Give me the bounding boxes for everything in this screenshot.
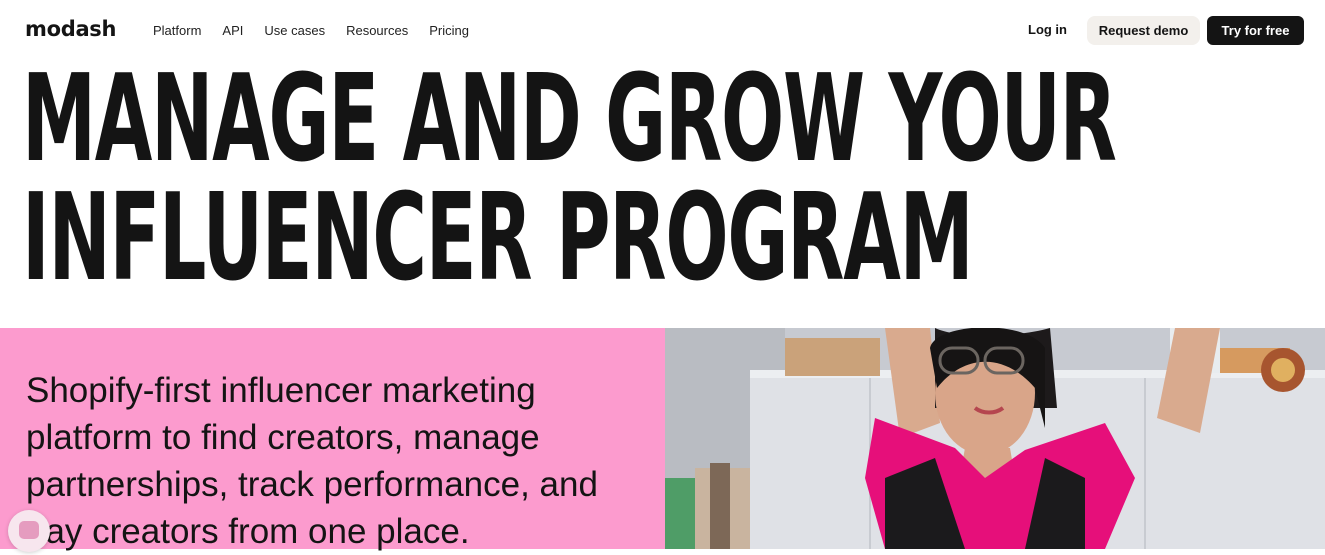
menu-pricing[interactable]: Pricing bbox=[429, 23, 469, 38]
menu-resources[interactable]: Resources bbox=[346, 23, 408, 38]
request-demo-button[interactable]: Request demo bbox=[1087, 16, 1200, 45]
menu-use-cases[interactable]: Use cases bbox=[264, 23, 325, 38]
menu-platform[interactable]: Platform bbox=[153, 23, 201, 38]
main-menu: Platform API Use cases Resources Pricing bbox=[153, 23, 469, 38]
headline-line-2: INFLUENCER PROGRAM bbox=[22, 169, 974, 308]
try-for-free-button[interactable]: Try for free bbox=[1207, 16, 1304, 45]
hero-photo bbox=[665, 328, 1325, 549]
hero-photo-illustration bbox=[665, 328, 1325, 549]
hero-headline: MANAGE AND GROW YOUR INFLUENCER PROGRAM bbox=[22, 50, 1302, 308]
menu-api[interactable]: API bbox=[222, 23, 243, 38]
chat-widget-button[interactable] bbox=[8, 510, 50, 552]
login-link[interactable]: Log in bbox=[1028, 22, 1067, 37]
hero-subtitle: Shopify-first influencer marketing platf… bbox=[26, 371, 598, 551]
modash-logo[interactable]: modash bbox=[25, 17, 116, 41]
headline-line-1: MANAGE AND GROW YOUR bbox=[22, 50, 1117, 189]
chat-icon bbox=[19, 521, 39, 539]
